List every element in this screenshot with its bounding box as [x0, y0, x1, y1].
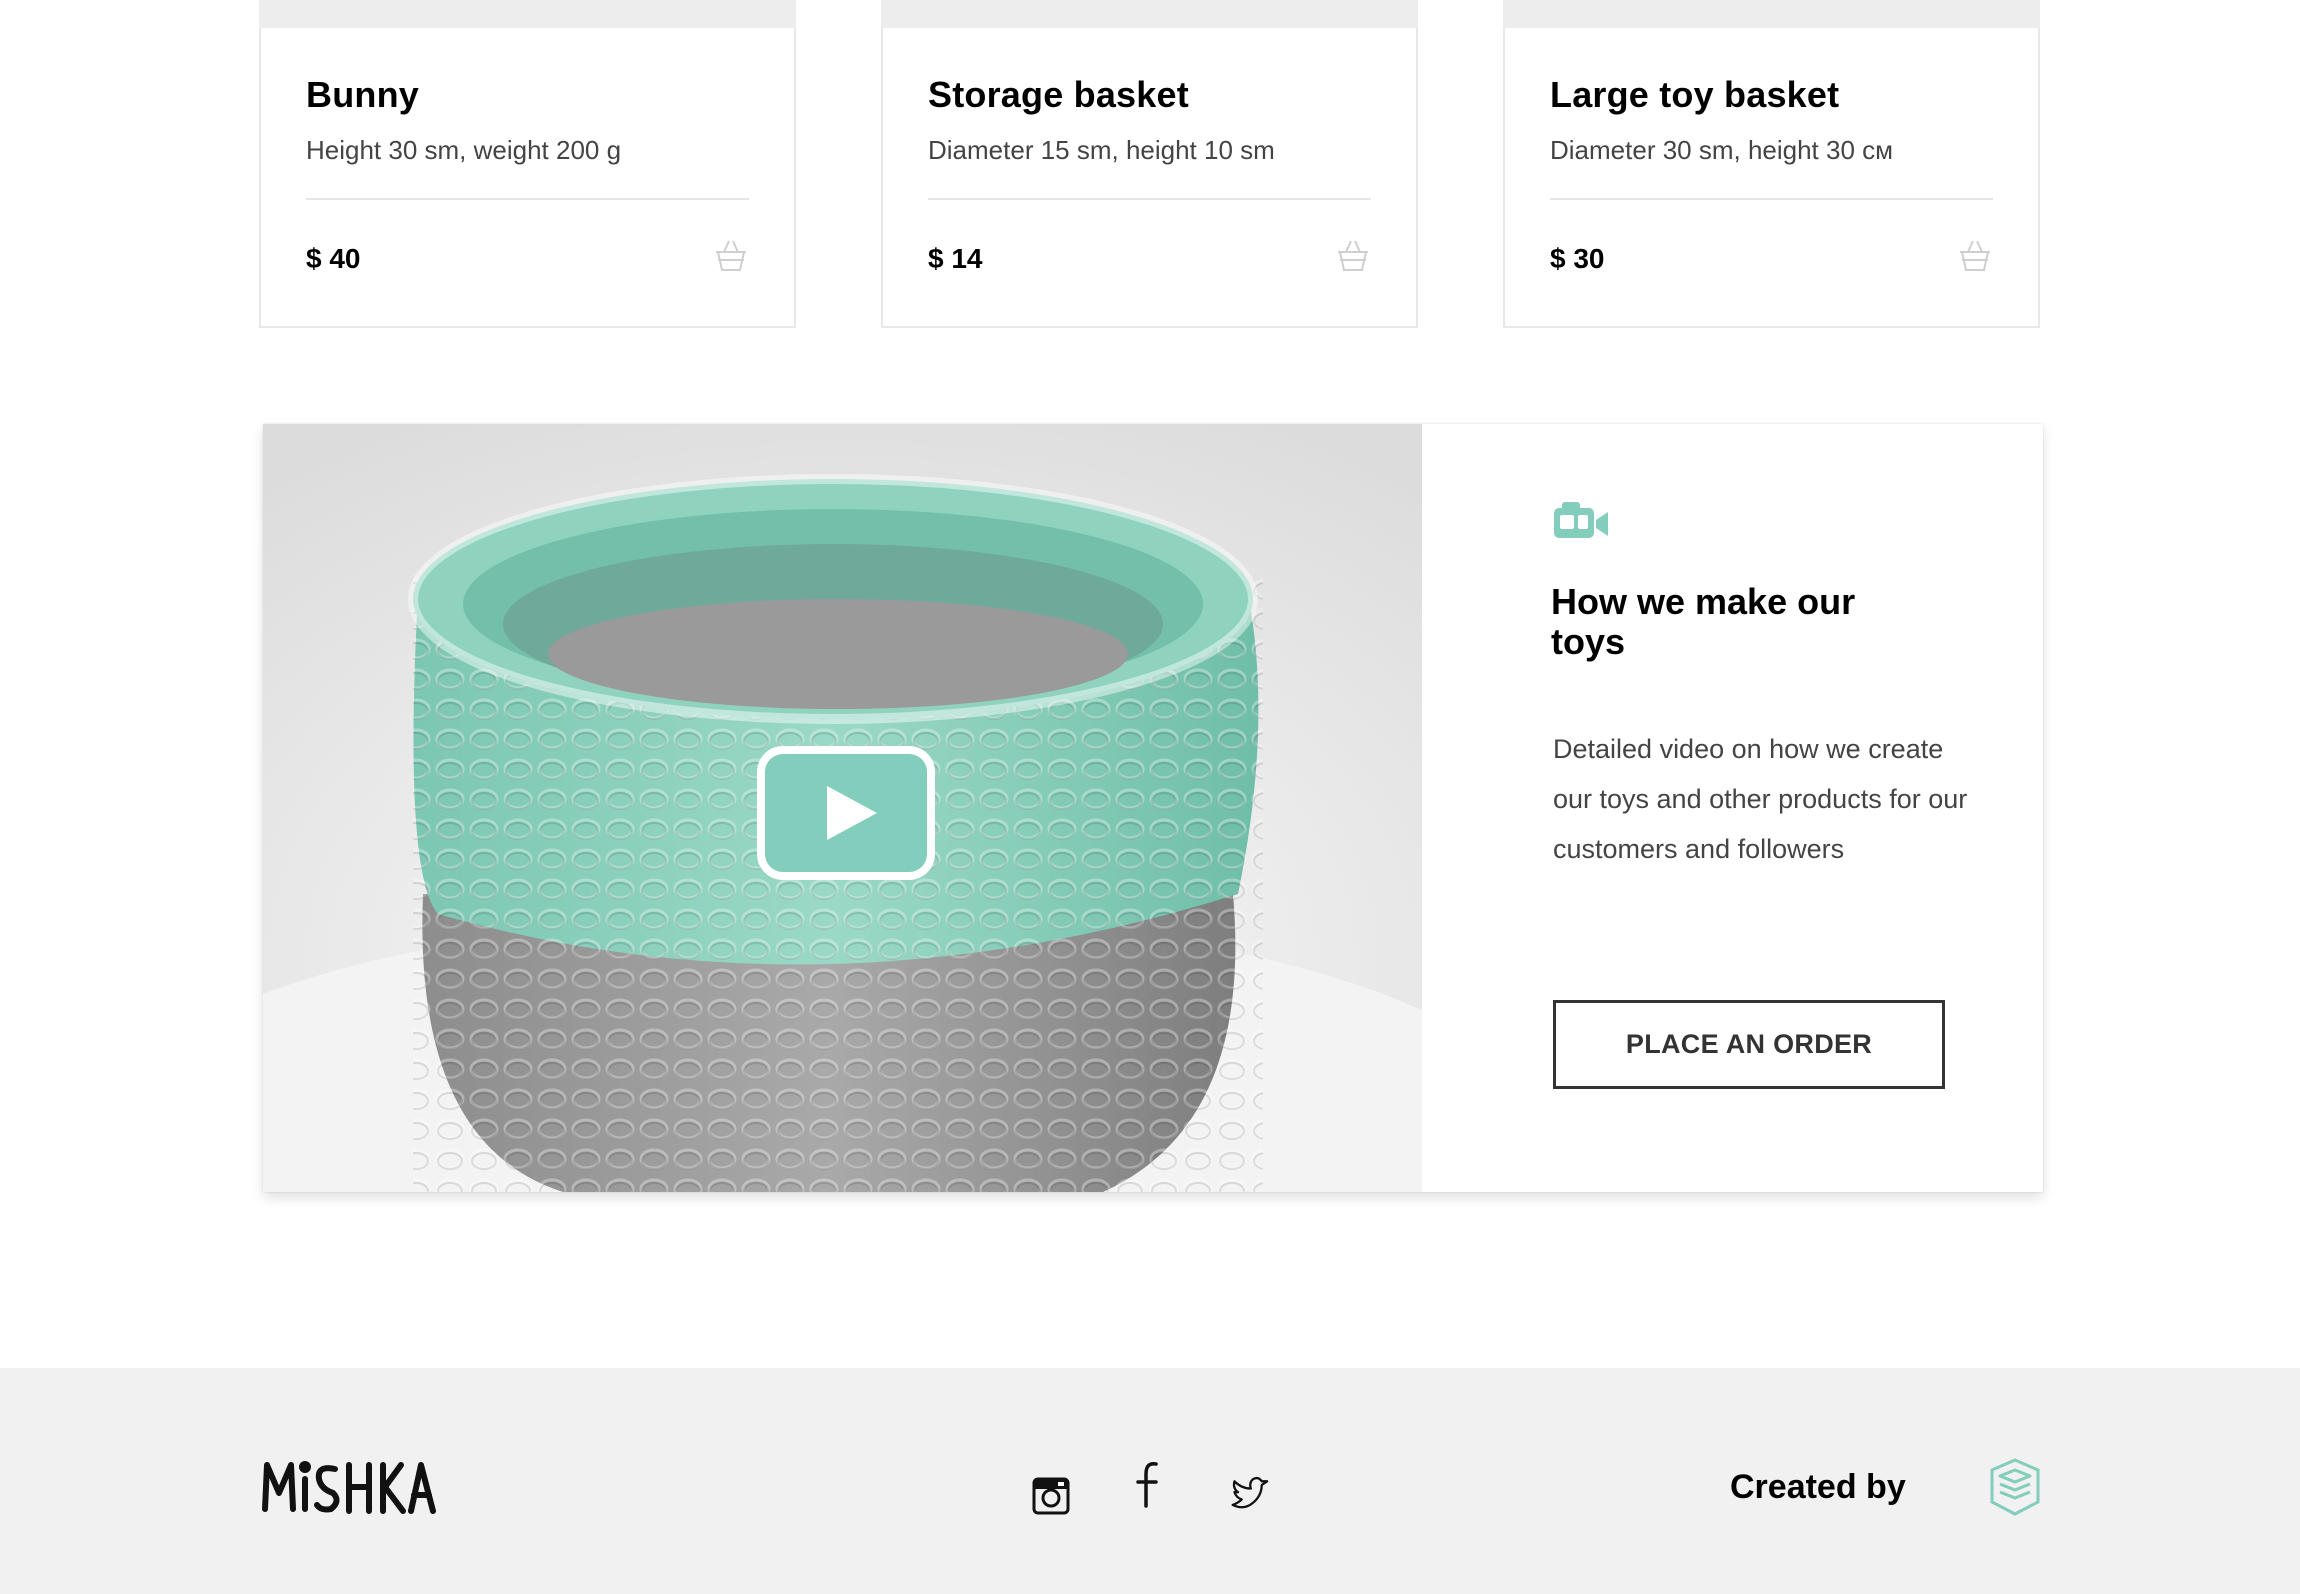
product-card: Large toy basket Diameter 30 sm, height … [1503, 0, 2040, 328]
product-description: Diameter 15 sm, height 10 sm [928, 135, 1275, 165]
video-section: How we make our toys Detailed video on h… [263, 424, 2043, 1192]
divider [928, 198, 1371, 200]
twitter-icon[interactable] [1229, 1470, 1269, 1518]
divider [1550, 198, 1993, 200]
product-image[interactable] [1503, 0, 2040, 28]
facebook-icon[interactable] [1130, 1460, 1170, 1508]
product-image[interactable] [259, 0, 796, 28]
basket-icon[interactable] [1335, 238, 1371, 274]
product-list: Bunny Height 30 sm, weight 200 g $ 40 St… [259, 0, 2040, 328]
play-button[interactable] [757, 746, 935, 880]
product-title[interactable]: Large toy basket [1550, 74, 1839, 116]
basket-icon[interactable] [1957, 238, 1993, 274]
video-thumbnail[interactable] [263, 424, 1422, 1192]
product-price: $ 14 [928, 243, 983, 274]
product-card: Storage basket Diameter 15 sm, height 10… [881, 0, 1418, 328]
product-description: Diameter 30 sm, height 30 см [1550, 135, 1894, 165]
product-description: Height 30 sm, weight 200 g [306, 135, 622, 165]
product-price: $ 40 [306, 243, 361, 274]
place-order-button[interactable]: Place an order [1553, 1000, 1945, 1089]
product-title[interactable]: Bunny [306, 74, 419, 116]
product-card: Bunny Height 30 sm, weight 200 g $ 40 [259, 0, 796, 328]
video-info: How we make our toys Detailed video on h… [1422, 424, 2043, 1192]
product-image[interactable] [881, 0, 1418, 28]
video-camera-icon [1554, 502, 1608, 538]
video-title: How we make our toys [1551, 581, 1856, 662]
footer: Created by [0, 1368, 2300, 1594]
created-by-label: Created by [1730, 1468, 1906, 1506]
video-description: Detailed video on how we create our toys… [1553, 734, 1968, 864]
play-icon [827, 786, 877, 840]
instagram-icon[interactable] [1031, 1472, 1071, 1520]
basket-icon[interactable] [713, 238, 749, 274]
mishka-logo[interactable] [261, 1455, 436, 1515]
product-price: $ 30 [1550, 243, 1605, 274]
divider [306, 198, 749, 200]
product-title[interactable]: Storage basket [928, 74, 1189, 116]
studio-logo-icon[interactable] [1990, 1458, 2040, 1516]
